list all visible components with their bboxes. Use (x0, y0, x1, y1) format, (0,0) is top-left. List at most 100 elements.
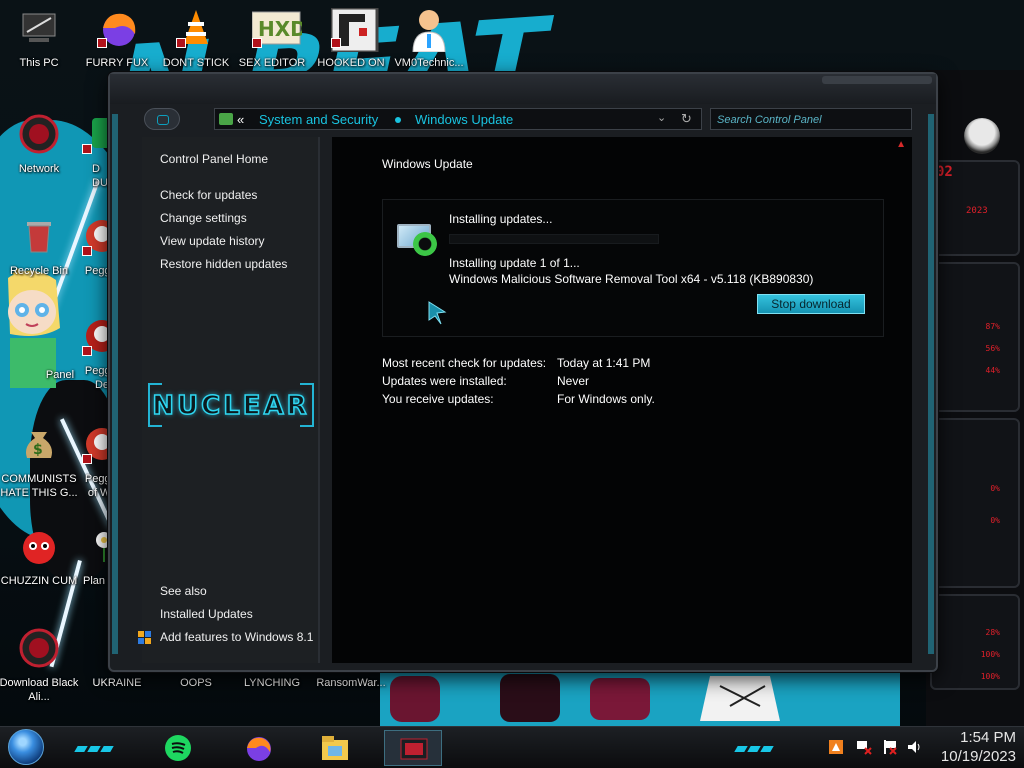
gadget-value: 0% (990, 484, 1000, 493)
desktop-icon-sex-editor[interactable]: HXD SEX EDITOR (232, 8, 312, 78)
network-globe-icon (19, 114, 59, 154)
install-status-text: Installing updates... (449, 212, 553, 226)
page-title: Windows Update (382, 157, 473, 171)
control-panel-app-icon (399, 735, 428, 763)
help-icon[interactable]: ▲ (896, 139, 906, 150)
desktop-icon-label: VM0Technic... (394, 57, 464, 69)
nav-link-change-settings[interactable]: Change settings (160, 211, 247, 225)
info-value-updates-installed: Never (557, 374, 590, 388)
desktop-icon-vm0technic[interactable]: VM0Technic... (389, 8, 469, 78)
window-frame-decoration (822, 76, 932, 84)
search-box[interactable] (710, 108, 912, 130)
window-frame-decoration (112, 114, 118, 654)
info-label-receive-updates: You receive updates: (382, 392, 494, 406)
desktop-icon-download-black-ali[interactable]: Download Black Ali... (0, 628, 79, 703)
desktop-icon-dont-stick[interactable]: DONT STICK (156, 8, 236, 78)
gadget-value: 0% (990, 516, 1000, 525)
chevron-down-icon[interactable]: ⌄ (657, 111, 666, 124)
desktop-icon-label: Download Black Ali... (0, 677, 79, 703)
breadcrumb-system-and-security[interactable]: System and Security (259, 112, 378, 127)
info-value-recent-check: Today at 1:41 PM (557, 356, 651, 370)
stop-download-button[interactable]: Stop download (757, 294, 865, 314)
windows-update-icon (397, 222, 441, 258)
install-progress-bar (449, 234, 659, 244)
search-input[interactable] (717, 112, 903, 127)
desktop-icon-label: LYNCHING (243, 677, 301, 689)
nav-link-restore-hidden-updates[interactable]: Restore hidden updates (160, 257, 287, 271)
logo-text: NUCLEAR (152, 390, 310, 422)
shortcut-arrow-icon (331, 38, 341, 48)
taskbar-decoration (734, 739, 780, 752)
shortcut-arrow-icon (252, 38, 262, 48)
desktop-icon-furry-fux[interactable]: FURRY FUX (77, 8, 157, 78)
gadget-cpu-meter[interactable] (930, 262, 1020, 412)
nav-link-check-for-updates[interactable]: Check for updates (160, 188, 257, 202)
content-pane: ▲ Windows Update Installing updates... I… (332, 137, 912, 663)
taskbar-clock-time[interactable]: 1:54 PM (916, 729, 1016, 746)
control-panel-icon (219, 113, 233, 125)
flag-notifications-icon[interactable] (882, 739, 898, 755)
alien-globe-icon (19, 628, 59, 668)
gadget-value: 44% (985, 366, 1000, 375)
taskbar-clock-date[interactable]: 10/19/2023 (916, 748, 1016, 765)
nav-link-installed-updates[interactable]: Installed Updates (160, 607, 253, 621)
start-button[interactable] (8, 729, 44, 765)
money-bag-icon: $ (19, 424, 59, 464)
navigation-pane: Control Panel Home Check for updates Cha… (138, 137, 320, 663)
vlc-cone-icon (176, 8, 216, 48)
taskbar-app-file-explorer[interactable] (312, 730, 356, 766)
alienware-logo-icon (964, 118, 1000, 154)
network-disconnected-icon[interactable] (856, 739, 872, 755)
desktop-icon-label: DONT STICK (162, 57, 230, 69)
windows-features-icon (138, 631, 152, 645)
gadget-value: 28% (985, 628, 1000, 637)
desktop-icon-hooked-on[interactable]: HOOKED ON (311, 6, 391, 78)
chuzzle-icon (19, 526, 59, 566)
desktop-icon-label: SEX EDITOR (238, 57, 306, 69)
breadcrumb-separator-icon[interactable] (395, 117, 401, 123)
gadget-value: 100% (980, 672, 1000, 681)
gadget-value: 02 (936, 164, 953, 180)
game-tile-icon (329, 6, 379, 54)
gadget-value: 56% (985, 344, 1000, 353)
firefox-icon (244, 734, 272, 762)
refresh-icon[interactable]: ↻ (681, 111, 692, 127)
svg-text:HXD: HXD (258, 17, 302, 41)
firefox-icon (97, 8, 137, 48)
nuclear-theme-logo: NUCLEAR (146, 377, 316, 435)
shortcut-arrow-icon (82, 346, 92, 356)
window-title-bar[interactable] (110, 74, 936, 104)
nav-link-control-panel-home[interactable]: Control Panel Home (160, 152, 268, 166)
address-bar[interactable]: « System and Security Windows Update ⌄ ↻ (214, 108, 702, 130)
back-button[interactable] (144, 108, 180, 130)
nav-link-view-update-history[interactable]: View update history (160, 234, 265, 248)
gadget-network-meter[interactable] (930, 418, 1020, 588)
breadcrumb-overflow-chevron[interactable]: « (237, 112, 244, 127)
doctor-icon (409, 8, 449, 53)
taskbar-decoration (74, 739, 120, 752)
nav-link-add-features[interactable]: Add features to Windows 8.1 (138, 630, 314, 644)
update-status-panel: Installing updates... Installing update … (382, 199, 884, 337)
desktop-icon-label: UKRAINE (92, 677, 142, 689)
spotify-icon (164, 734, 192, 762)
taskbar: 1:54 PM 10/19/2023 (0, 726, 1024, 768)
nav-link-label: Add features to Windows 8.1 (160, 630, 314, 644)
recycle-bin-icon (19, 216, 59, 256)
info-label-recent-check: Most recent check for updates: (382, 356, 547, 370)
mouse-cursor-icon (427, 300, 447, 326)
taskbar-app-spotify[interactable] (156, 730, 200, 766)
hxd-hex-editor-icon: HXD (251, 8, 307, 48)
shortcut-arrow-icon (82, 144, 92, 154)
taskbar-app-firefox[interactable] (236, 730, 280, 766)
desktop-icon-this-pc[interactable]: This PC (0, 8, 79, 78)
shortcut-arrow-icon (82, 246, 92, 256)
desktop-icon-label: FURRY FUX (85, 57, 149, 69)
action-center-icon[interactable] (828, 739, 844, 755)
gadget-clock[interactable]: 02 2023 (930, 160, 1020, 256)
svg-text:$: $ (33, 442, 43, 458)
gadget-value: 100% (980, 650, 1000, 659)
breadcrumb-windows-update[interactable]: Windows Update (415, 112, 513, 127)
shortcut-arrow-icon (82, 454, 92, 464)
control-panel-window[interactable]: « System and Security Windows Update ⌄ ↻… (108, 72, 938, 672)
taskbar-app-control-panel[interactable] (384, 730, 442, 766)
